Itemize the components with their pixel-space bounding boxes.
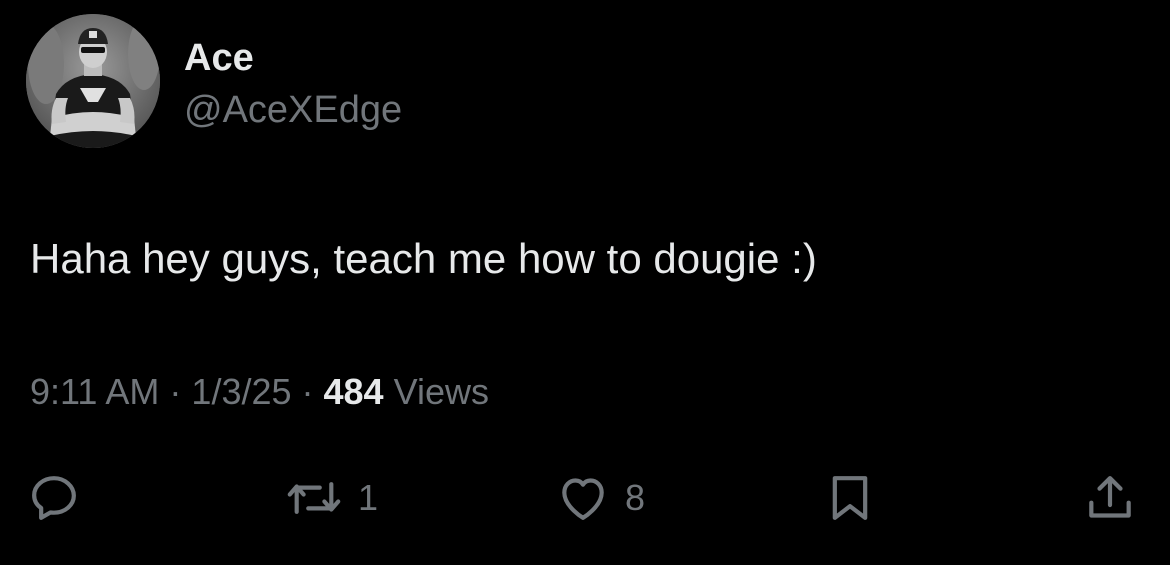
meta-separator: · — [291, 371, 324, 412]
tweet-card: Ace @AceXEdge Haha hey guys, teach me ho… — [0, 0, 1170, 565]
views-count[interactable]: 484 — [324, 371, 384, 412]
reply-icon — [32, 476, 76, 520]
meta-separator: · — [159, 371, 192, 412]
retweet-button[interactable]: 1 — [284, 470, 378, 526]
heart-icon — [562, 478, 604, 520]
like-button[interactable]: 8 — [555, 470, 645, 526]
bookmark-button[interactable] — [822, 470, 878, 526]
retweet-icon — [287, 482, 341, 514]
share-icon — [1089, 476, 1131, 518]
avatar-photo-icon — [26, 14, 160, 148]
tweet-meta: 9:11 AM · 1/3/25 · 484 Views — [30, 370, 489, 414]
bookmark-icon — [832, 476, 868, 520]
avatar[interactable] — [26, 14, 160, 148]
user-handle[interactable]: @AceXEdge — [184, 88, 402, 132]
display-name[interactable]: Ace — [184, 36, 254, 80]
tweet-text: Haha hey guys, teach me how to dougie :) — [30, 235, 817, 282]
tweet-date[interactable]: 1/3/25 — [191, 371, 291, 412]
tweet-time[interactable]: 9:11 AM — [30, 371, 159, 412]
views-label[interactable]: Views — [384, 371, 489, 412]
reply-button[interactable] — [26, 470, 82, 526]
like-count: 8 — [625, 477, 646, 518]
share-button[interactable] — [1082, 470, 1138, 526]
retweet-count: 1 — [358, 477, 379, 518]
